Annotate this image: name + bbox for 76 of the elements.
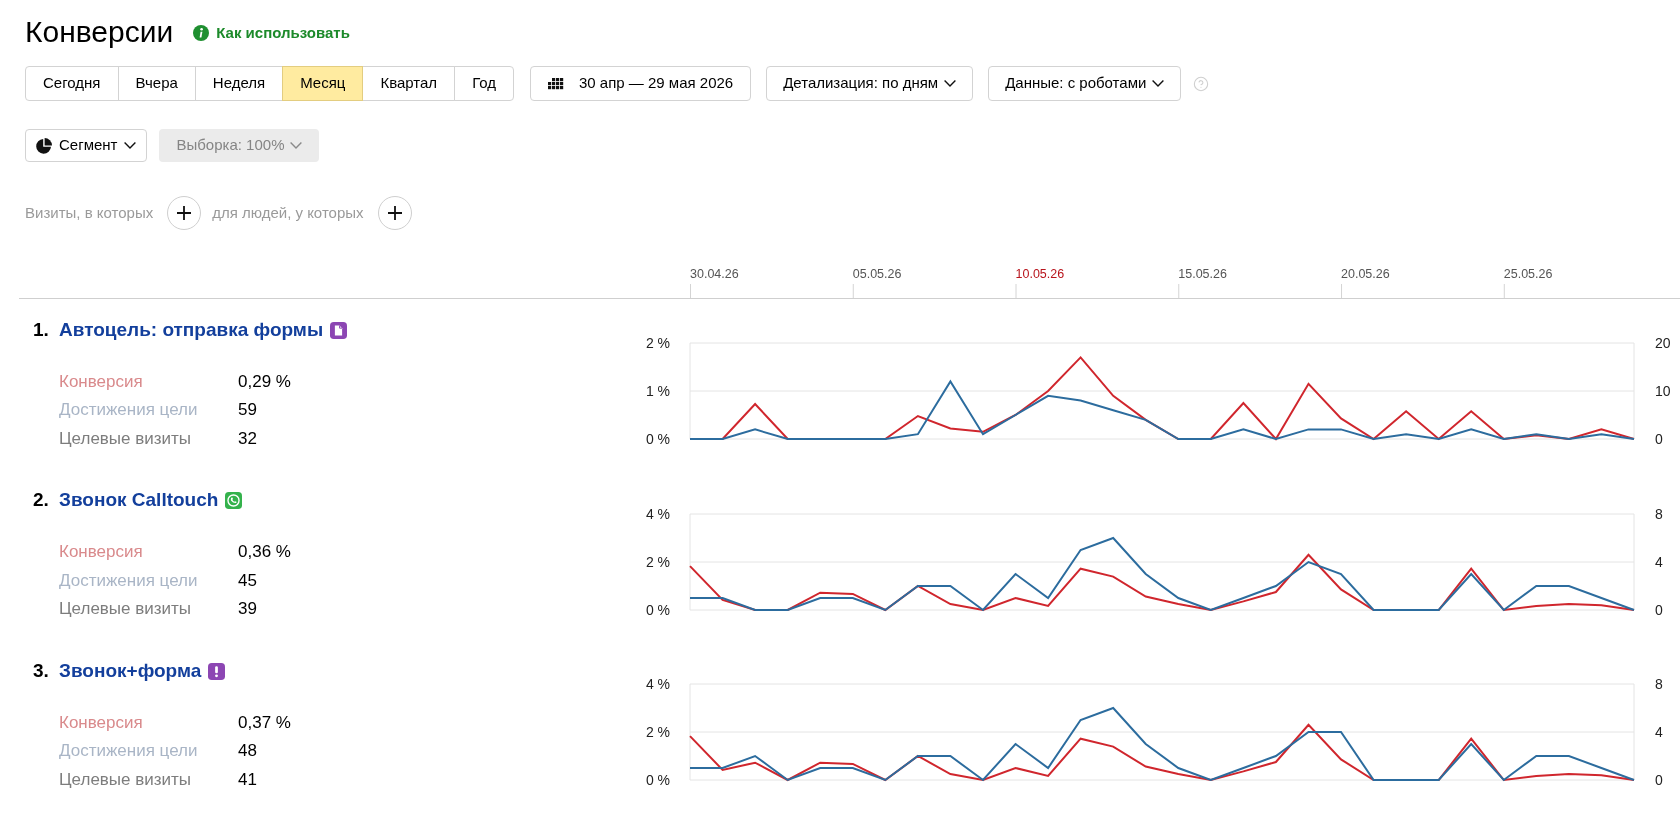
axis-label: 8 (1655, 676, 1663, 692)
metric-label: Целевые визиты (59, 598, 193, 620)
axis-label: 4 % (645, 676, 670, 692)
dropdown-button[interactable]: Данные: с роботами (988, 66, 1182, 101)
metric-label: Достижения цели (59, 399, 199, 421)
period-tab[interactable]: Сегодня (25, 66, 119, 101)
metric-value: 0,37 % (238, 711, 291, 734)
period-tab[interactable]: Вчера (117, 66, 196, 101)
axis-label: 4 (1655, 553, 1663, 570)
axis-label: 8 (1655, 505, 1663, 522)
filter-label: Визиты, в которых (25, 202, 154, 223)
metric-value: 59 (238, 399, 257, 421)
metric-label: Целевые визиты (59, 768, 193, 791)
plus-icon (387, 206, 402, 220)
goal-number: 3. (33, 658, 50, 683)
add-condition-button[interactable] (377, 196, 412, 230)
phone-icon (225, 492, 243, 509)
metric-value: 45 (238, 569, 257, 592)
metric-label: Конверсия (59, 711, 144, 734)
metric-label: Достижения цели (59, 569, 199, 592)
metric-label: Целевые визиты (59, 427, 193, 450)
how-to-use-link[interactable]: Как использовать (193, 21, 350, 45)
document-icon (330, 321, 348, 339)
date-label: 25.05.26 (1503, 267, 1553, 281)
axis-label: 10 (1655, 383, 1671, 399)
axis-label: 0 (1655, 772, 1663, 788)
axis-label: 2 % (645, 724, 670, 740)
metric-value: 39 (238, 598, 257, 620)
metric-value: 41 (238, 768, 257, 791)
metric-label: Достижения цели (59, 740, 199, 762)
date-label: 10.05.26 (1015, 267, 1065, 281)
axis-label: 4 % (645, 505, 670, 522)
filter-label: для людей, у которых (212, 202, 364, 223)
period-tab[interactable]: Квартал (362, 66, 456, 101)
chevron-down-icon (290, 142, 303, 149)
axis-label: 1 % (645, 383, 670, 399)
axis-label: 4 (1655, 724, 1663, 740)
axis-label: 2 % (645, 335, 670, 351)
metric-label: Конверсия (59, 370, 144, 393)
chevron-down-icon (124, 142, 137, 149)
segment-button[interactable]: Сегмент (25, 129, 148, 162)
date-label: 05.05.26 (852, 267, 902, 281)
pie-chart-icon (36, 137, 52, 154)
axis-label: 0 % (645, 772, 670, 788)
plus-icon (177, 206, 192, 220)
axis-label: 2 % (645, 553, 670, 570)
metric-value: 0,29 % (238, 370, 291, 393)
period-tab[interactable]: Год (454, 66, 514, 101)
date-label: 30.04.26 (690, 267, 739, 281)
metric-value: 0,36 % (238, 541, 291, 563)
page-title: Конверсии (25, 14, 174, 50)
add-condition-button[interactable] (167, 196, 202, 230)
axis-label: 0 % (645, 431, 670, 447)
date-range-button[interactable]: 30 апр — 29 мая 2026 (530, 66, 752, 101)
chevron-down-icon (1152, 80, 1165, 87)
period-tab[interactable]: Месяц (282, 66, 364, 101)
date-label: 20.05.26 (1341, 267, 1390, 281)
exclamation-icon (208, 662, 226, 680)
goal-title-link[interactable]: Звонок Calltouch (59, 486, 219, 515)
axis-label: 0 % (645, 601, 670, 618)
metric-label: Конверсия (59, 541, 144, 563)
goal-title-link[interactable]: Звонок+форма (59, 656, 202, 686)
metric-value: 48 (238, 740, 257, 762)
axis-label: 0 (1655, 601, 1663, 618)
dropdown-button[interactable]: Детализация: по дням (766, 66, 974, 101)
axis-label: 20 (1655, 335, 1671, 351)
metric-value: 32 (238, 427, 257, 450)
info-icon (193, 25, 210, 41)
axis-label: 0 (1655, 431, 1663, 447)
calendar-icon (548, 77, 564, 90)
period-tab[interactable]: Неделя (194, 66, 284, 101)
chevron-down-icon (944, 80, 957, 87)
goal-number: 2. (33, 488, 50, 513)
goal-title-link[interactable]: Автоцель: отправка формы (59, 315, 324, 345)
goal-number: 1. (33, 317, 50, 342)
date-label: 15.05.26 (1178, 267, 1227, 281)
